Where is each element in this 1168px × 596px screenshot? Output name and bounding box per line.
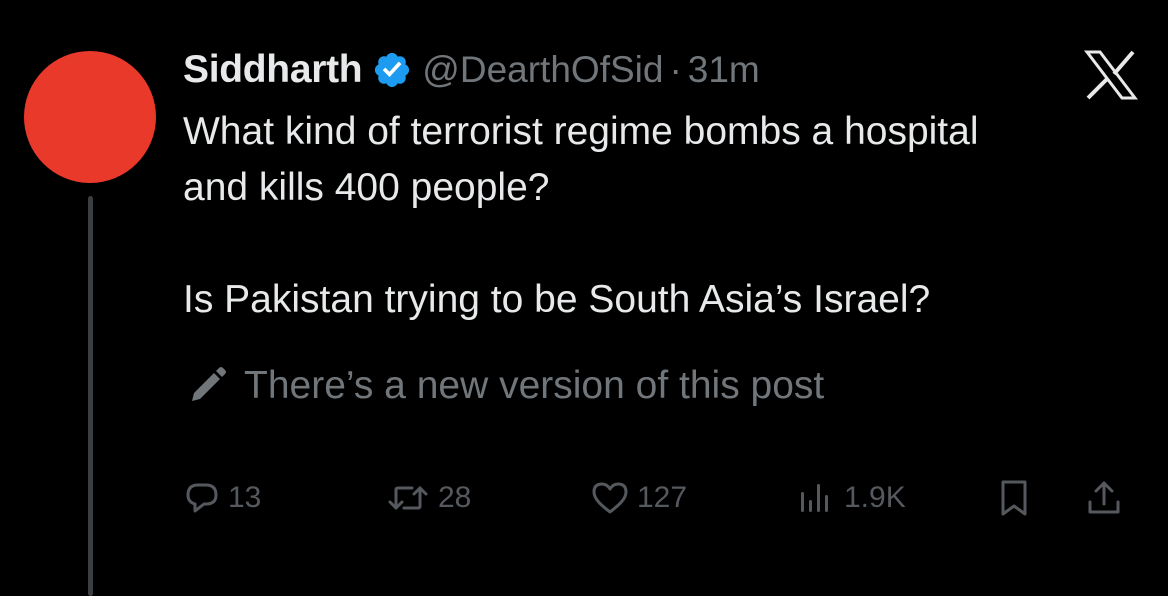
action-bar: 13 28 127 1.9K (184, 470, 1144, 526)
reply-icon (186, 483, 218, 513)
share-icon (1088, 481, 1120, 514)
verified-badge-icon (372, 50, 412, 90)
share-button[interactable] (1084, 470, 1124, 526)
x-logo-icon[interactable] (1083, 50, 1139, 100)
separator-dot: · (669, 49, 682, 90)
thread-line (88, 196, 93, 596)
user-handle[interactable]: @DearthOfSid (422, 49, 663, 91)
new-version-text: There’s a new version of this post (244, 364, 825, 407)
repost-count: 28 (438, 481, 472, 514)
bookmark-icon (1001, 480, 1027, 516)
reply-count: 13 (228, 481, 262, 514)
repost-icon (388, 486, 428, 510)
new-version-notice[interactable]: There’s a new version of this post (184, 360, 824, 412)
pencil-icon (184, 363, 230, 409)
repost-button[interactable]: 28 (386, 470, 471, 526)
display-name[interactable]: Siddharth (183, 48, 363, 92)
heart-icon (592, 482, 628, 514)
avatar[interactable] (24, 51, 156, 183)
tweet-header: Siddharth @DearthOfSid · 31m (183, 46, 760, 94)
views-button[interactable]: 1.9K (796, 470, 906, 526)
reply-button[interactable]: 13 (184, 470, 261, 526)
views-icon (801, 484, 828, 512)
like-button[interactable]: 127 (591, 470, 687, 526)
views-count: 1.9K (844, 481, 906, 514)
like-count: 127 (637, 481, 688, 514)
tweet-text: What kind of terrorist regime bombs a ho… (183, 110, 979, 321)
bookmark-button[interactable] (996, 470, 1032, 526)
timestamp[interactable]: 31m (688, 49, 760, 91)
